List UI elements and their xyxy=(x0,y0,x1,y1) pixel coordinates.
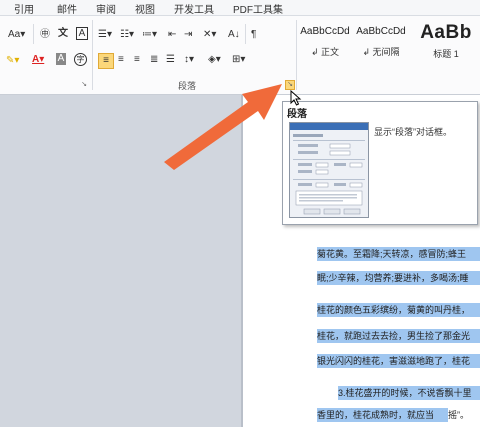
chinese-layout-icon[interactable]: ✕▾ xyxy=(203,28,216,42)
tooltip-title: 段落 xyxy=(287,109,307,120)
document-line[interactable]: 香里的，桂花成熟时，就应当 xyxy=(317,408,449,422)
style-preview: AaBbCcDd xyxy=(300,26,350,37)
style-name: ↲ 正文 xyxy=(310,47,340,57)
style-preview: AaBb xyxy=(420,22,472,43)
align-left-button[interactable]: ≡ xyxy=(98,53,114,69)
tab-references[interactable]: 引用 xyxy=(14,1,34,16)
font-dialog-launcher-icon[interactable]: ↘ xyxy=(80,81,88,89)
highlight-color-icon[interactable]: ✎▾ xyxy=(6,54,19,68)
style-heading-1[interactable]: AaBb 标题 1 xyxy=(412,20,480,66)
tab-developer[interactable]: 开发工具 xyxy=(174,1,214,16)
char-frame-icon[interactable]: A xyxy=(76,27,88,40)
tooltip-description: 显示“段落”对话框。 xyxy=(374,127,452,137)
annotation-arrow-icon xyxy=(164,84,282,170)
document-line[interactable]: 桂花，就跑过去去捡，男生捡了那金光 xyxy=(317,329,480,343)
style-no-spacing[interactable]: AaBbCcDd ↲ 无间隔 xyxy=(356,20,406,66)
paragraph-tooltip: 段落 显示“段落”对话框。 xyxy=(282,101,478,225)
divider xyxy=(92,20,93,90)
style-normal[interactable]: AaBbCcDd ↲ 正文 xyxy=(300,20,350,66)
paragraph-dialog-launcher-icon[interactable]: ↘ xyxy=(285,80,295,90)
enclosed-char-icon[interactable]: 字 xyxy=(74,53,87,66)
style-name: ↲ 无间隔 xyxy=(362,47,400,57)
align-center-icon[interactable]: ≡ xyxy=(118,53,124,67)
tab-review[interactable]: 审阅 xyxy=(96,1,116,16)
document-line[interactable]: 桂花的颜色五彩缤纷，菊黄的叫丹桂， xyxy=(317,303,480,317)
char-border-icon[interactable]: 文 xyxy=(58,27,68,41)
ribbon-tab-bar: 引用 邮件 审阅 视图 开发工具 PDF工具集 xyxy=(0,0,480,16)
justify-icon[interactable]: ≣ xyxy=(150,53,158,67)
borders-icon[interactable]: ⊞▾ xyxy=(232,53,245,67)
bullets-icon[interactable]: ☰▾ xyxy=(98,28,112,42)
divider xyxy=(245,24,246,44)
style-name: 标题 1 xyxy=(433,49,459,59)
tab-view[interactable]: 视图 xyxy=(135,1,155,16)
shading-icon[interactable]: ◈▾ xyxy=(208,53,221,67)
document-line[interactable]: 银光闪闪的桂花，害滋滋地跑了，桂花 xyxy=(317,354,480,368)
document-line-tail[interactable]: 摇”。 xyxy=(448,410,469,420)
line-spacing-icon[interactable]: ↕▾ xyxy=(184,53,194,67)
decrease-indent-icon[interactable]: ⇤ xyxy=(168,28,176,42)
increase-indent-icon[interactable]: ⇥ xyxy=(184,28,192,42)
document-line[interactable]: 菊花黄。至霜降;天转凉，感冒防;蜂王 xyxy=(317,247,480,261)
change-case-button[interactable]: Aa▾ xyxy=(8,28,25,42)
distributed-icon[interactable]: ☰ xyxy=(166,53,175,67)
style-preview: AaBbCcDd xyxy=(356,26,406,37)
tab-mailings[interactable]: 邮件 xyxy=(57,1,77,16)
tab-pdf-tools[interactable]: PDF工具集 xyxy=(233,1,283,16)
paragraph-dialog-thumbnail xyxy=(289,122,369,218)
char-shading-icon[interactable]: A xyxy=(56,53,66,65)
numbering-icon[interactable]: ☷▾ xyxy=(120,28,134,42)
divider xyxy=(296,20,297,90)
align-right-icon[interactable]: ≡ xyxy=(134,53,140,67)
divider xyxy=(33,24,34,44)
sort-icon[interactable]: A↓ xyxy=(228,28,240,42)
show-marks-icon[interactable]: ¶ xyxy=(251,28,256,42)
font-color-icon[interactable]: A▾ xyxy=(32,53,44,67)
multilevel-list-icon[interactable]: ≔▾ xyxy=(142,28,157,42)
mouse-cursor-icon xyxy=(290,90,302,106)
phonetic-guide-icon[interactable]: ㊥ xyxy=(40,28,50,42)
document-line[interactable]: 眠;少辛辣，均营养;要进补，多喝汤;睡 xyxy=(317,271,480,285)
document-line[interactable]: 3.桂花盛开的时候，不说香飘十里 xyxy=(338,386,480,400)
